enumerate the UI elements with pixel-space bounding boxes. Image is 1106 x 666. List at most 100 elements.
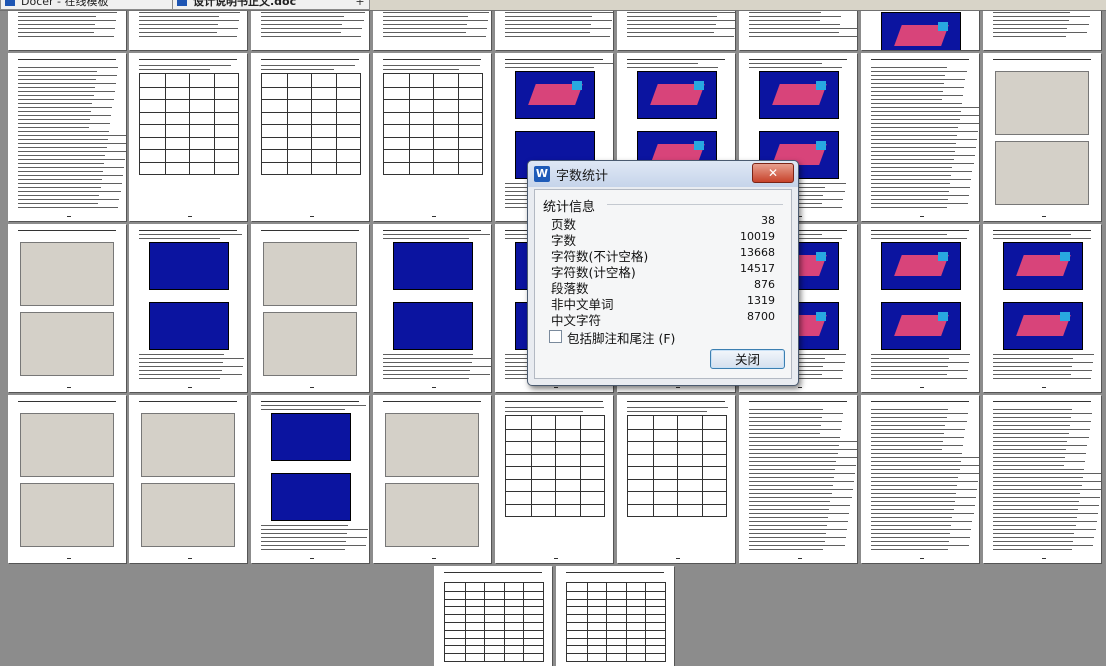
text-line bbox=[18, 99, 114, 100]
text-line bbox=[383, 358, 491, 359]
text-line bbox=[18, 83, 116, 84]
page-header-rule bbox=[18, 401, 116, 402]
text-line bbox=[993, 537, 1095, 538]
page-header-rule bbox=[871, 59, 969, 60]
text-line bbox=[383, 20, 489, 21]
text-line bbox=[18, 67, 119, 68]
text-line bbox=[871, 354, 971, 355]
page-header-rule bbox=[139, 230, 237, 231]
text-line bbox=[993, 28, 1068, 29]
text-line bbox=[993, 513, 1099, 514]
page-thumbnail bbox=[983, 53, 1101, 221]
text-line bbox=[749, 513, 850, 514]
table-rule bbox=[567, 653, 665, 654]
text-line bbox=[749, 501, 831, 502]
text-line bbox=[749, 461, 837, 462]
text-line bbox=[993, 529, 1096, 530]
new-tab-button[interactable]: + bbox=[354, 0, 366, 8]
page-header-rule bbox=[261, 401, 359, 402]
page-thumbnail bbox=[373, 395, 491, 563]
text-line bbox=[993, 509, 1078, 510]
text-line bbox=[871, 529, 972, 530]
text-line bbox=[627, 32, 715, 33]
section-divider bbox=[607, 204, 783, 205]
text-line bbox=[871, 378, 967, 379]
stat-row-pages: 页数 38 bbox=[551, 214, 775, 232]
dialog-title-bar[interactable]: W 字数统计 ✕ bbox=[528, 161, 798, 187]
document-icon bbox=[177, 0, 187, 6]
text-line bbox=[993, 481, 1101, 482]
text-line bbox=[749, 489, 853, 490]
text-line bbox=[139, 32, 217, 33]
model-feature bbox=[694, 141, 704, 151]
text-line bbox=[18, 71, 98, 72]
text-line bbox=[871, 521, 973, 522]
text-line bbox=[18, 131, 109, 132]
text-line bbox=[749, 497, 852, 498]
page-header-rule bbox=[139, 401, 237, 402]
close-icon[interactable]: ✕ bbox=[752, 163, 794, 183]
model-feature bbox=[938, 22, 948, 32]
text-line bbox=[261, 65, 356, 66]
tab-docer-label: Docer - 在线模板 bbox=[21, 0, 109, 8]
text-line bbox=[749, 20, 820, 21]
text-line bbox=[871, 151, 955, 152]
table-rule bbox=[311, 74, 312, 174]
stat-value: 38 bbox=[761, 214, 775, 227]
table-rule bbox=[567, 614, 665, 615]
page-number bbox=[310, 216, 314, 217]
page-number bbox=[676, 387, 680, 388]
text-line bbox=[871, 525, 952, 526]
tab-document-label: 设计说明书正文.doc bbox=[193, 0, 297, 8]
text-line bbox=[871, 517, 953, 518]
text-line bbox=[383, 24, 467, 25]
text-line bbox=[261, 69, 335, 70]
model-view bbox=[149, 302, 229, 350]
text-line bbox=[871, 421, 967, 422]
model-feature bbox=[816, 81, 826, 91]
table-rule bbox=[445, 591, 543, 592]
text-line bbox=[993, 20, 1069, 21]
stat-value: 8700 bbox=[747, 310, 775, 323]
text-line bbox=[871, 469, 960, 470]
page-header-rule bbox=[444, 572, 542, 573]
text-line bbox=[993, 12, 1070, 13]
text-line bbox=[139, 238, 221, 239]
text-line bbox=[993, 429, 1090, 430]
text-line bbox=[749, 409, 824, 410]
text-line bbox=[993, 453, 1087, 454]
tab-document[interactable]: 设计说明书正文.doc bbox=[172, 0, 370, 10]
screenshot bbox=[995, 71, 1089, 135]
include-footnotes-checkbox[interactable] bbox=[549, 330, 562, 343]
table-rule bbox=[702, 416, 703, 516]
text-line bbox=[18, 171, 103, 172]
text-line bbox=[261, 36, 362, 37]
text-line bbox=[993, 238, 1091, 239]
text-line bbox=[505, 16, 593, 17]
page-thumbnail bbox=[983, 224, 1101, 392]
stat-row-words: 字数 10019 bbox=[551, 230, 775, 248]
tab-bar: Docer - 在线模板 设计说明书正文.doc + bbox=[0, 0, 1106, 11]
text-line bbox=[871, 103, 962, 104]
page-thumbnail bbox=[129, 53, 247, 221]
text-line bbox=[871, 425, 946, 426]
text-line bbox=[18, 151, 126, 152]
tab-docer[interactable]: Docer - 在线模板 bbox=[0, 0, 182, 10]
page-number bbox=[798, 558, 802, 559]
close-button[interactable]: 关闭 bbox=[710, 349, 785, 369]
text-line bbox=[627, 36, 735, 37]
page-number bbox=[67, 216, 71, 217]
text-line bbox=[871, 207, 947, 208]
text-line bbox=[18, 12, 118, 13]
text-line bbox=[749, 429, 842, 430]
stat-value: 876 bbox=[754, 278, 775, 291]
text-line bbox=[749, 12, 821, 13]
page-number bbox=[920, 387, 924, 388]
text-line bbox=[993, 413, 1093, 414]
text-line bbox=[505, 63, 613, 64]
text-line bbox=[749, 453, 838, 454]
page-thumbnail bbox=[861, 53, 979, 221]
table-rule bbox=[555, 416, 556, 516]
text-line bbox=[627, 12, 735, 13]
text-line bbox=[18, 127, 89, 128]
